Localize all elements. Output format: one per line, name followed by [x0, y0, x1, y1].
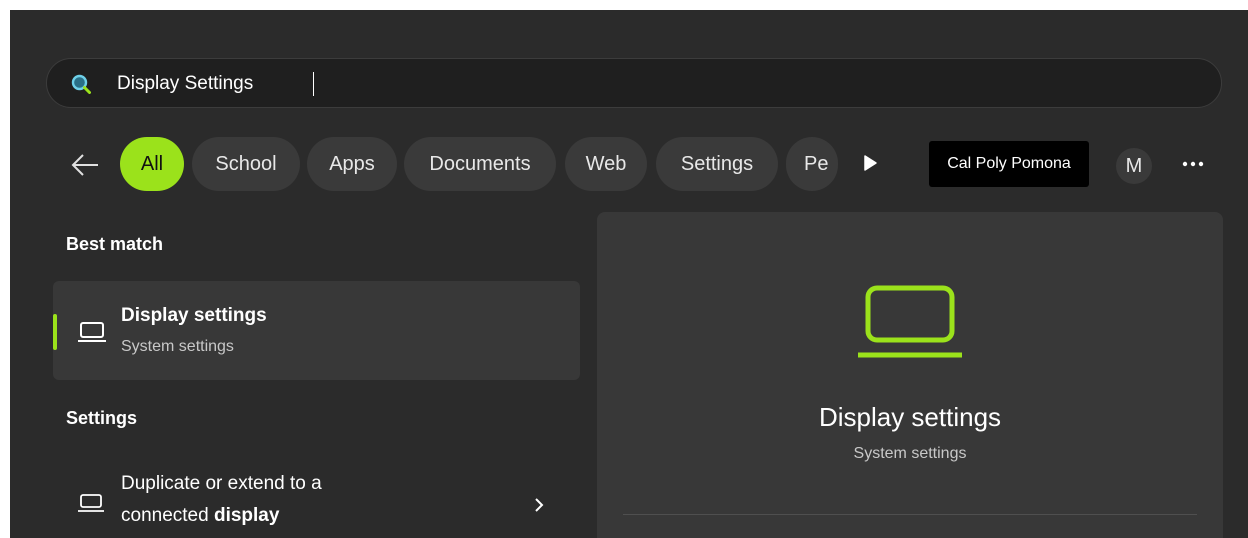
more-icon[interactable] [1178, 154, 1208, 174]
preview-pane: Display settings System settings [597, 212, 1223, 538]
divider [623, 514, 1197, 515]
back-arrow-icon[interactable] [68, 148, 102, 182]
best-match-item[interactable]: Display settings System settings [53, 281, 580, 380]
settings-item-line2-bold: display [213, 505, 280, 526]
play-icon[interactable] [862, 154, 878, 172]
search-icon [71, 74, 91, 94]
settings-heading: Settings [66, 408, 138, 428]
settings-result-item[interactable]: Duplicate or extend to a connected displ… [53, 465, 580, 538]
laptop-icon [858, 285, 962, 358]
best-match-heading: Best match [66, 234, 164, 254]
filter-chip-documents[interactable]: Documents [404, 137, 556, 191]
laptop-icon [78, 322, 106, 342]
laptop-icon [78, 494, 104, 512]
start-search-panel: All School Apps Documents Web Settings P… [10, 10, 1248, 538]
settings-item-line2: connected display [121, 505, 279, 527]
filter-chip-all[interactable]: All [120, 137, 184, 191]
best-match-subtitle: System settings [121, 338, 234, 355]
organization-badge[interactable]: Cal Poly Pomona [929, 141, 1089, 187]
chevron-right-icon [535, 498, 544, 512]
filter-chip-web[interactable]: Web [565, 137, 647, 191]
search-input[interactable] [117, 72, 1017, 96]
filter-chip-people[interactable]: Pe [786, 137, 838, 191]
filter-chip-school[interactable]: School [192, 137, 300, 191]
filter-chip-apps[interactable]: Apps [307, 137, 397, 191]
text-caret [313, 72, 314, 96]
avatar[interactable]: M [1116, 148, 1152, 184]
best-match-title: Display settings [121, 305, 267, 326]
selection-indicator [53, 314, 57, 350]
filter-chip-settings[interactable]: Settings [656, 137, 778, 191]
settings-item-line1: Duplicate or extend to a [121, 473, 322, 494]
preview-subtitle: System settings [853, 445, 967, 462]
settings-item-line2-text: connected [121, 505, 214, 526]
search-box[interactable] [46, 58, 1222, 108]
preview-title: Display settings [818, 402, 1002, 432]
